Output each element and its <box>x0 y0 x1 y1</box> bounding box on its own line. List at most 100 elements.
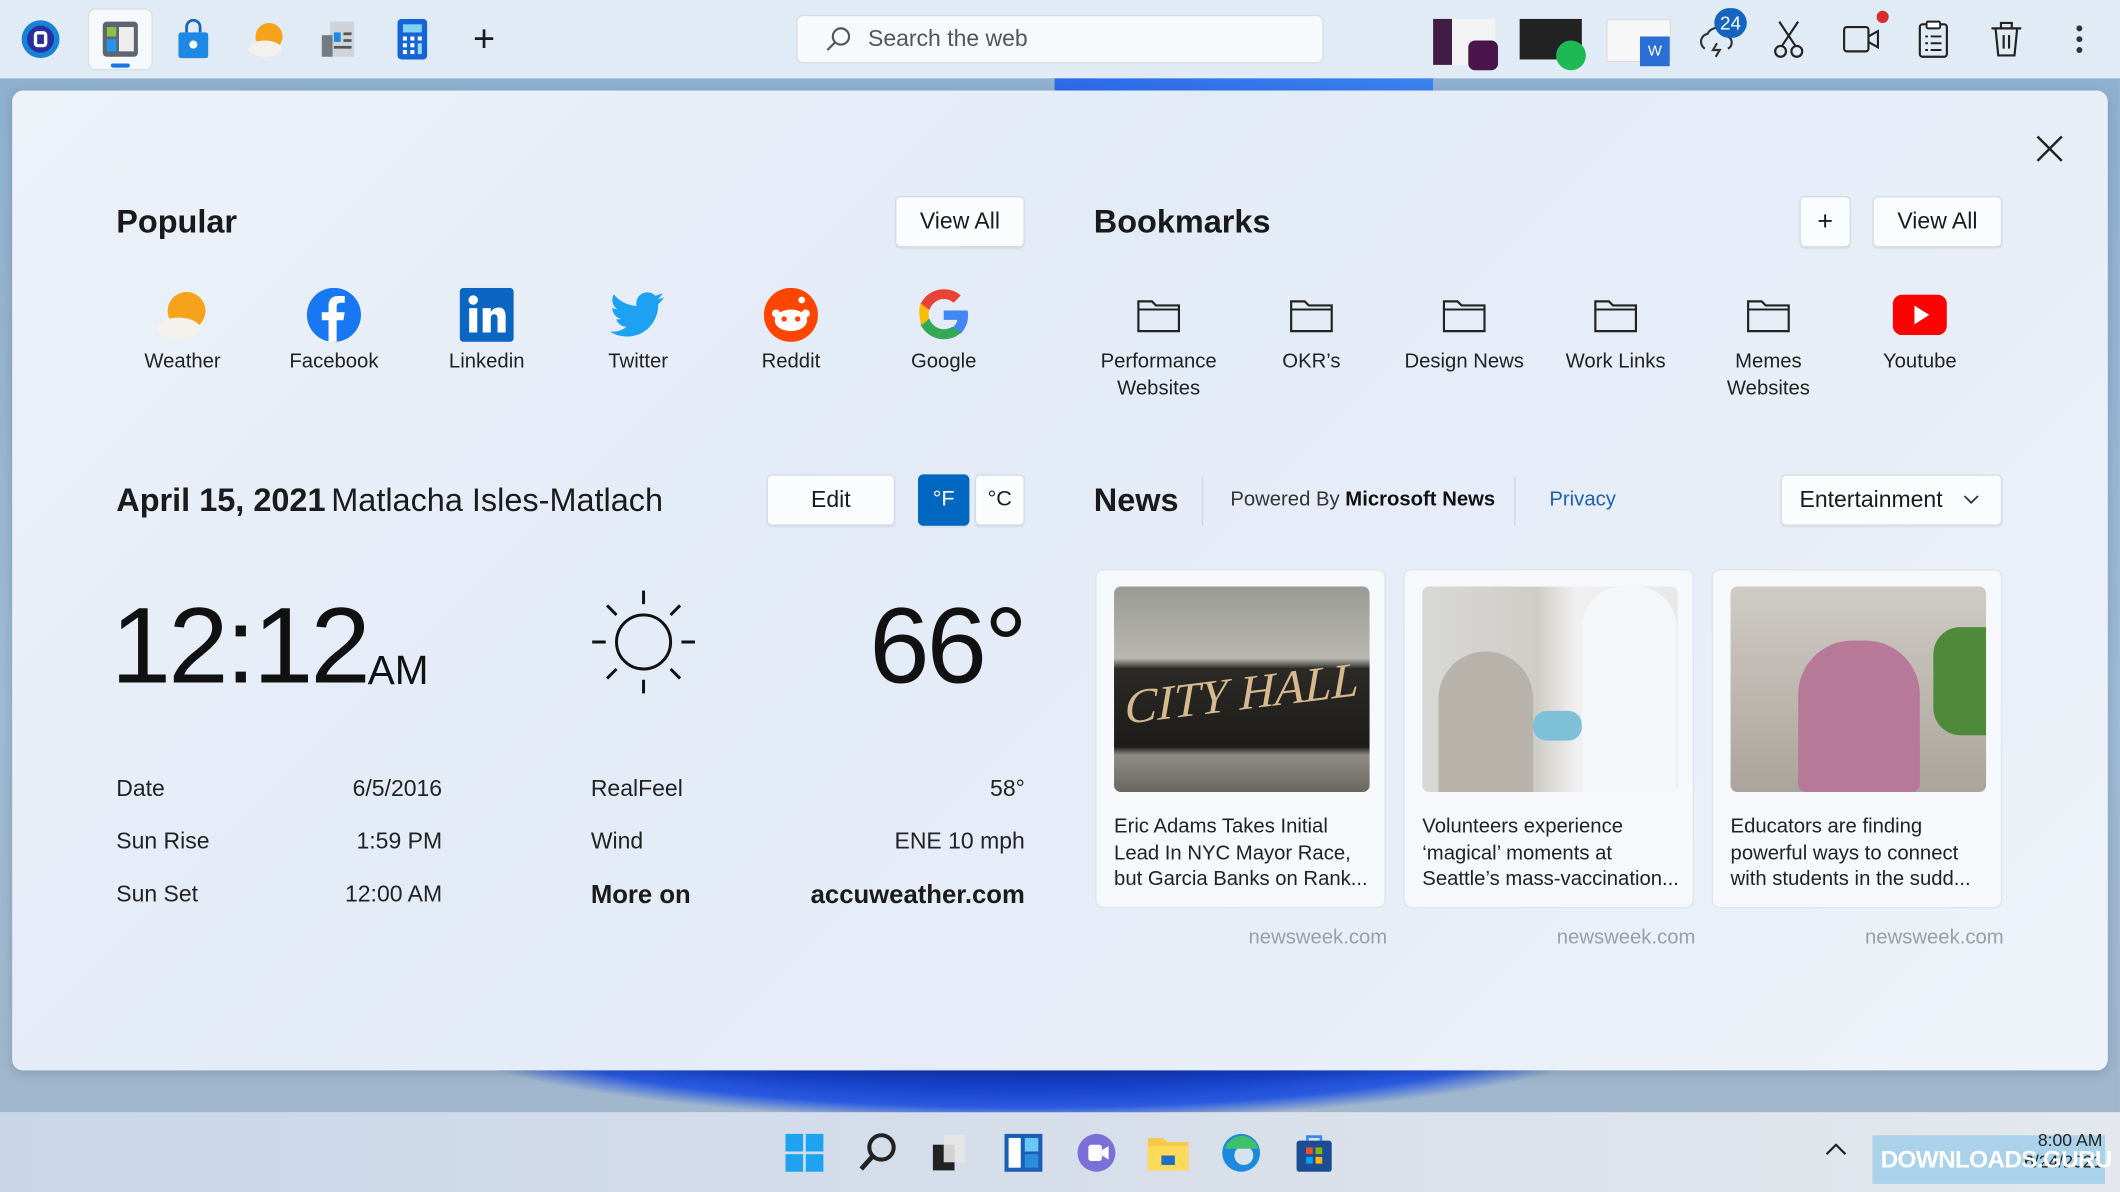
bookmark-okrs[interactable]: OKR’s <box>1237 284 1386 376</box>
chevron-down-icon <box>1963 495 1979 505</box>
close-button[interactable] <box>2032 131 2067 166</box>
add-bookmark-button[interactable]: + <box>1799 195 1851 248</box>
system-tray[interactable]: 8:00 AM 6/24/2021 DOWNLOADS.GURU <box>1872 1130 2112 1184</box>
folder-icon <box>1594 300 1638 333</box>
bookmark-design-news[interactable]: Design News <box>1390 284 1539 376</box>
popular-item-weather[interactable]: Weather <box>108 284 257 376</box>
student-figure <box>1798 640 1920 792</box>
news-image: CITY HALL <box>1114 586 1370 792</box>
bookmark-youtube[interactable]: Youtube <box>1845 284 1994 376</box>
nurse-figure <box>1581 586 1677 792</box>
slack-window-thumbnail[interactable] <box>1433 18 1499 71</box>
bookmark-memes-websites[interactable]: Memes Websites <box>1694 284 1843 403</box>
task-view-icon[interactable] <box>927 1130 973 1176</box>
edge-icon[interactable] <box>1218 1130 1264 1176</box>
site-label: Reddit <box>761 350 821 374</box>
selected-category: Entertainment <box>1799 486 1943 513</box>
popular-title: Popular <box>116 204 238 241</box>
popular-item-twitter[interactable]: Twitter <box>564 284 713 376</box>
twitter-icon <box>609 292 664 337</box>
weather-icon[interactable] <box>243 14 292 65</box>
news-source: newsweek.com <box>1865 925 2004 949</box>
youtube-icon <box>1892 294 1947 336</box>
bookmark-label: Youtube <box>1882 350 1957 374</box>
site-label: Google <box>910 350 977 374</box>
folder-icon <box>1290 300 1333 333</box>
divider <box>1201 477 1204 526</box>
realfeel-label: RealFeel <box>590 775 683 802</box>
folder-icon <box>1747 300 1790 333</box>
weather-date: April 15, 2021 <box>116 482 326 519</box>
teams-chat-icon[interactable] <box>1073 1130 1119 1176</box>
cortana-icon[interactable] <box>16 14 65 65</box>
wind-label: Wind <box>590 828 644 855</box>
video-camera-icon[interactable] <box>1837 10 1889 65</box>
weather-location: Matlacha Isles-Matlach <box>331 482 664 519</box>
realfeel-value: 58° <box>990 775 1025 802</box>
more-options-icon[interactable] <box>2055 14 2104 65</box>
bookmark-performance-websites[interactable]: Performance Websites <box>1084 284 1233 403</box>
widgets-icon[interactable] <box>89 9 152 69</box>
divider <box>1514 477 1516 526</box>
scissors-icon[interactable] <box>1764 14 1813 65</box>
search-input[interactable]: Search the web <box>796 14 1324 64</box>
powered-by-text: Powered By <box>1230 487 1340 511</box>
active-indicator <box>110 63 130 68</box>
start-icon[interactable] <box>781 1130 827 1176</box>
news-card[interactable]: Educators are finding powerful ways to c… <box>1711 568 2003 909</box>
add-app-button[interactable]: + <box>460 14 509 65</box>
slack-icon <box>1468 40 1499 71</box>
popular-item-facebook[interactable]: Facebook <box>260 284 409 376</box>
trash-icon[interactable] <box>1982 14 2031 65</box>
site-label: Facebook <box>289 350 379 374</box>
notification-badge: 24 <box>1714 8 1747 38</box>
site-label: Linkedin <box>448 350 525 374</box>
search-icon[interactable] <box>854 1130 900 1176</box>
word-window-thumbnail[interactable]: W <box>1606 18 1672 67</box>
search-placeholder: Search the web <box>867 25 1028 52</box>
edit-location-button[interactable]: Edit <box>766 474 896 526</box>
reddit-icon <box>763 287 818 342</box>
time-ampm: AM <box>367 648 429 694</box>
bookmark-label: OKR’s <box>1282 350 1341 374</box>
widgets-icon[interactable] <box>1000 1130 1046 1176</box>
store-icon[interactable] <box>1291 1130 1337 1176</box>
news-icon[interactable] <box>314 14 363 65</box>
news-title: News <box>1093 482 1179 519</box>
sunset-value: 12:00 AM <box>344 881 443 907</box>
store-bag-icon[interactable] <box>169 14 218 65</box>
more-on-label: More on <box>590 881 691 910</box>
news-category-dropdown[interactable]: Entertainment <box>1780 474 2003 526</box>
weather-alert-icon[interactable]: 24 <box>1693 8 1747 65</box>
show-hidden-icons-chevron-up-icon[interactable] <box>1824 1139 1848 1163</box>
bookmark-label: Memes Websites <box>1726 350 1810 401</box>
taskbar <box>0 1112 2120 1192</box>
sunset-label: Sun Set <box>116 881 199 907</box>
calculator-icon[interactable] <box>388 14 437 65</box>
celsius-toggle[interactable]: °C <box>974 474 1025 526</box>
news-headline: Educators are finding powerful ways to c… <box>1730 814 1971 891</box>
popular-view-all-button[interactable]: View All <box>895 195 1025 248</box>
bookmarks-view-all-button[interactable]: View All <box>1872 195 2003 248</box>
wind-value: ENE 10 mph <box>894 828 1025 855</box>
file-explorer-icon[interactable] <box>1145 1130 1191 1176</box>
glove <box>1533 710 1582 741</box>
news-card[interactable]: Volunteers experience ‘magical’ moments … <box>1403 568 1695 909</box>
facebook-icon <box>306 287 361 342</box>
spotify-window-thumbnail[interactable] <box>1519 18 1586 71</box>
bookmark-work-links[interactable]: Work Links <box>1541 284 1690 376</box>
close-icon <box>2036 135 2063 162</box>
clipboard-icon[interactable] <box>1909 14 1958 65</box>
popular-item-reddit[interactable]: Reddit <box>717 284 866 376</box>
linkedin-icon <box>459 287 514 342</box>
site-label: Weather <box>144 350 221 374</box>
search-icon <box>826 27 851 51</box>
popular-item-linkedin[interactable]: Linkedin <box>412 284 561 376</box>
sun-icon <box>589 588 697 703</box>
privacy-link[interactable]: Privacy <box>1549 488 1616 511</box>
news-card[interactable]: CITY HALL Eric Adams Takes Initial Lead … <box>1095 568 1386 909</box>
fahrenheit-toggle[interactable]: °F <box>918 474 970 526</box>
accuweather-link[interactable]: accuweather.com <box>714 881 1025 911</box>
news-provider: Microsoft News <box>1345 487 1496 511</box>
popular-item-google[interactable]: Google <box>869 284 1018 376</box>
